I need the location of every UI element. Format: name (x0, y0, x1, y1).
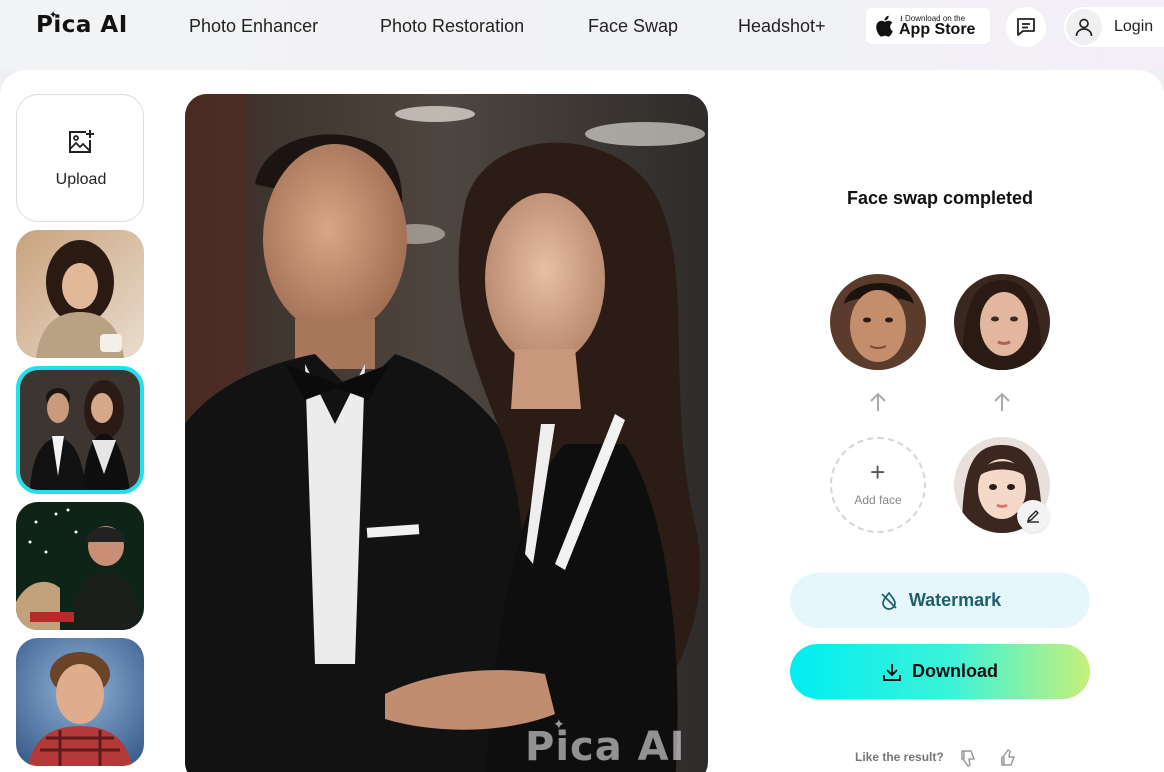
result-image[interactable]: ✦ Pica AI (185, 94, 708, 772)
image-watermark: Pica AI (525, 724, 686, 770)
user-icon (1066, 9, 1102, 45)
top-header: ✦ Pica AI Photo Enhancer Photo Restorati… (0, 0, 1164, 70)
couple-result-photo (185, 94, 708, 772)
thumbnail-woman-sweater[interactable] (16, 230, 144, 358)
upload-label: Upload (55, 171, 107, 188)
remove-watermark-button[interactable]: Watermark (790, 573, 1090, 628)
message-icon (1017, 18, 1035, 36)
download-button[interactable]: Download (790, 644, 1090, 699)
plus-icon: + (870, 457, 886, 487)
download-icon (883, 663, 901, 681)
pica-ai-logo[interactable]: ✦ Pica AI (36, 10, 128, 42)
watermark-button-label: Watermark (908, 590, 1002, 610)
couple-formal-photo (20, 370, 140, 490)
thumbnail-man-christmas[interactable] (16, 502, 144, 630)
download-button-label: Download (912, 661, 998, 681)
nav-headshot-plus[interactable]: Headshot+ (738, 16, 826, 37)
app-store-badge[interactable]: ⭳ Download on the App Store (866, 8, 990, 44)
thumbnail-couple-formal[interactable] (16, 366, 144, 494)
nav-photo-enhancer[interactable]: Photo Enhancer (189, 16, 318, 37)
thumbnail-boy-plaid[interactable] (16, 638, 144, 766)
app-store-big-text: App Store (899, 21, 976, 38)
feedback-prompt: Like the result? (855, 750, 944, 764)
woman-face-photo (954, 274, 1050, 370)
detected-face-man[interactable] (830, 274, 926, 370)
apple-logo-icon (876, 15, 893, 37)
upload-button[interactable]: Upload (16, 94, 144, 222)
login-button[interactable]: Login (1064, 7, 1164, 47)
add-face-button[interactable]: + Add face (830, 437, 926, 533)
status-title: Face swap completed (846, 188, 1034, 208)
arrow-up-icon (870, 392, 886, 411)
man-face-photo (830, 274, 926, 370)
nav-photo-restoration[interactable]: Photo Restoration (380, 16, 524, 37)
boy-plaid-photo (16, 638, 144, 766)
thumbs-down-icon[interactable] (958, 748, 978, 768)
login-label: Login (1114, 18, 1154, 35)
man-christmas-photo (16, 502, 144, 630)
arrow-up-icon (994, 392, 1010, 411)
pencil-icon (1027, 510, 1039, 523)
nav-face-swap[interactable]: Face Swap (588, 16, 678, 37)
logo-spark-icon: ✦ (49, 10, 58, 21)
edit-face-button[interactable] (1017, 500, 1049, 532)
detected-face-woman[interactable] (954, 274, 1050, 370)
thumbs-up-icon[interactable] (998, 748, 1018, 768)
add-face-label: Add face (854, 493, 902, 507)
woman-sweater-photo (16, 230, 144, 358)
feedback-button[interactable] (1006, 7, 1046, 47)
no-watermark-icon (881, 591, 897, 610)
main-workspace: Upload ✦ Pica AI Face swap completed + A… (0, 70, 1164, 772)
add-image-icon (69, 130, 94, 153)
